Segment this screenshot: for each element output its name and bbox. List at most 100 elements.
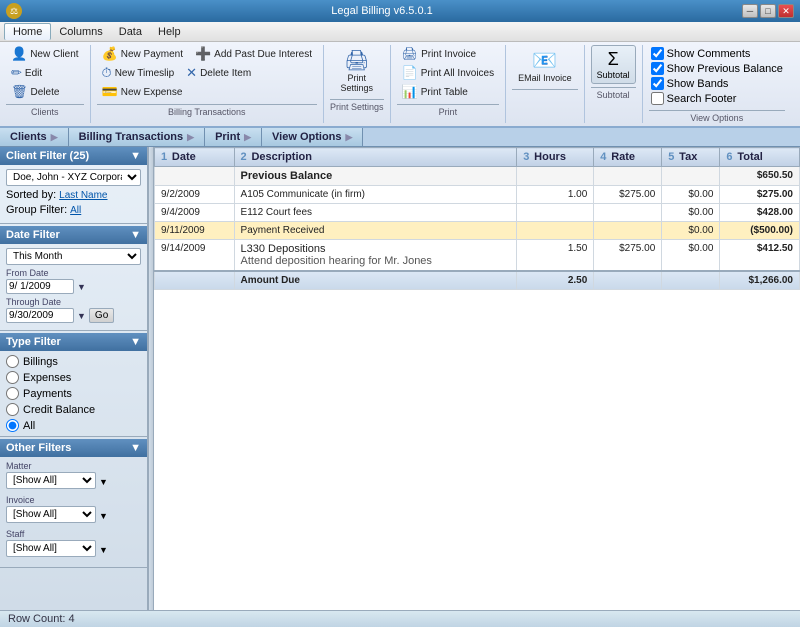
invoice-dropdown-icon[interactable]: ▼: [99, 511, 108, 521]
email-invoice-button[interactable]: 📧 EMail Invoice: [512, 45, 578, 86]
clients-tab[interactable]: Clients ▶: [0, 128, 69, 146]
row-0-rate: [594, 167, 662, 186]
from-date-calendar-icon[interactable]: ▼: [77, 282, 86, 292]
add-past-due-label: Add Past Due Interest: [214, 49, 312, 60]
col-header-tax[interactable]: 5 Tax: [662, 148, 720, 167]
menu-home[interactable]: Home: [4, 23, 51, 40]
delete-item-button[interactable]: ✕ Delete Item: [181, 64, 256, 82]
menu-help[interactable]: Help: [150, 24, 189, 40]
add-past-due-button[interactable]: ➕ Add Past Due Interest: [190, 45, 317, 63]
type-filter-header[interactable]: Type Filter ▼: [0, 333, 147, 351]
staff-dropdown-icon[interactable]: ▼: [99, 545, 108, 555]
col-date-num: 1: [161, 151, 167, 163]
row-4-total: $412.50: [720, 240, 800, 272]
maximize-button[interactable]: □: [760, 4, 776, 18]
subtotal-icon: Σ: [608, 49, 619, 70]
row-2-rate: [594, 204, 662, 222]
table-row[interactable]: 9/2/2009 A105 Communicate (in firm) 1.00…: [155, 186, 800, 204]
row-1-description: A105 Communicate (in firm): [234, 186, 517, 204]
grid-container[interactable]: 1 Date 2 Description 3 Hours 4: [154, 147, 800, 610]
app-icon: ⚖: [6, 3, 22, 19]
other-filters-header[interactable]: Other Filters ▼: [0, 439, 147, 457]
main-layout: Client Filter (25) ▼ Doe, John - XYZ Cor…: [0, 147, 800, 610]
new-payment-button[interactable]: 💰 New Payment: [97, 45, 188, 63]
staff-select[interactable]: [Show All]: [6, 540, 96, 557]
new-expense-icon: 💳: [102, 84, 118, 100]
print-settings-button[interactable]: 🖨 PrintSettings: [330, 45, 384, 96]
client-filter-header[interactable]: Client Filter (25) ▼: [0, 147, 147, 165]
matter-label: Matter: [6, 461, 141, 471]
print-tab-label: Print: [215, 131, 240, 143]
print-all-invoices-button[interactable]: 📄 Print All Invoices: [397, 64, 500, 82]
window-controls[interactable]: ─ □ ✕: [742, 4, 794, 18]
client-filter-content: Doe, John - XYZ Corporatio... Sorted by:…: [0, 165, 147, 223]
col-header-rate[interactable]: 4 Rate: [594, 148, 662, 167]
date-filter-header[interactable]: Date Filter ▼: [0, 226, 147, 244]
email-icon: 📧: [532, 48, 557, 73]
last-name-link[interactable]: Last Name: [59, 190, 107, 201]
view-options-tab-icon: ▶: [346, 132, 353, 143]
period-select[interactable]: This Month: [6, 248, 141, 265]
search-footer-checkbox[interactable]: Search Footer: [651, 92, 783, 105]
matter-dropdown-icon[interactable]: ▼: [99, 477, 108, 487]
subtotal-button[interactable]: Σ Subtotal: [591, 45, 636, 84]
col-header-hours[interactable]: 3 Hours: [517, 148, 594, 167]
email-label: EMail Invoice: [518, 73, 572, 83]
table-row[interactable]: 9/4/2009 E112 Court fees $0.00 $428.00: [155, 204, 800, 222]
table-row[interactable]: Previous Balance $650.50: [155, 167, 800, 186]
group-filter-link[interactable]: All: [70, 205, 81, 216]
show-bands-checkbox[interactable]: Show Bands: [651, 77, 783, 90]
col-desc-num: 2: [241, 151, 247, 163]
through-date-input[interactable]: [6, 308, 74, 323]
through-date-row: ▼ Go: [6, 308, 141, 323]
close-button[interactable]: ✕: [778, 4, 794, 18]
type-expenses[interactable]: Expenses: [6, 371, 141, 384]
new-timeslip-button[interactable]: ⏱ New Timeslip: [97, 64, 180, 82]
amount-due-rate: [594, 271, 662, 290]
col-header-total[interactable]: 6 Total: [720, 148, 800, 167]
print-invoice-button[interactable]: 🖨 Print Invoice: [397, 45, 482, 63]
edit-button[interactable]: ✏ Edit: [6, 64, 47, 82]
matter-select[interactable]: [Show All]: [6, 472, 96, 489]
menu-data[interactable]: Data: [111, 24, 150, 40]
row-2-tax: $0.00: [662, 204, 720, 222]
show-prev-balance-checkbox[interactable]: Show Previous Balance: [651, 62, 783, 75]
new-timeslip-label: New Timeslip: [115, 68, 174, 79]
invoice-label: Invoice: [6, 495, 141, 505]
print-table-button[interactable]: 📊 Print Table: [397, 83, 473, 101]
type-payments[interactable]: Payments: [6, 387, 141, 400]
type-billings[interactable]: Billings: [6, 355, 141, 368]
delete-label: Delete: [31, 87, 60, 98]
row-3-description: Payment Received: [234, 222, 517, 240]
table-header-row: 1 Date 2 Description 3 Hours 4: [155, 148, 800, 167]
type-all[interactable]: All: [6, 419, 141, 432]
menu-columns[interactable]: Columns: [51, 24, 110, 40]
delete-button[interactable]: 🗑 Delete: [6, 83, 64, 101]
view-options-tab[interactable]: View Options ▶: [262, 128, 363, 146]
col-header-description[interactable]: 2 Description: [234, 148, 517, 167]
new-expense-button[interactable]: 💳 New Expense: [97, 83, 188, 101]
table-row[interactable]: 9/14/2009 L330 Depositions Attend deposi…: [155, 240, 800, 272]
invoice-select[interactable]: [Show All]: [6, 506, 96, 523]
print-tab[interactable]: Print ▶: [205, 128, 262, 146]
go-button[interactable]: Go: [89, 308, 114, 323]
row-3-hours: [517, 222, 594, 240]
client-select[interactable]: Doe, John - XYZ Corporatio...: [6, 169, 141, 186]
through-date-calendar-icon[interactable]: ▼: [77, 311, 86, 321]
type-credit[interactable]: Credit Balance: [6, 403, 141, 416]
from-date-input[interactable]: [6, 279, 74, 294]
print-settings-group-label: Print Settings: [330, 99, 384, 112]
clients-tab-icon: ▶: [51, 132, 58, 143]
view-options-tab-label: View Options: [272, 131, 341, 143]
new-client-button[interactable]: 👤 New Client: [6, 45, 84, 63]
table-row[interactable]: 9/11/2009 Payment Received $0.00 ($500.0…: [155, 222, 800, 240]
show-comments-checkbox[interactable]: Show Comments: [651, 47, 783, 60]
row-4-date: 9/14/2009: [155, 240, 235, 272]
print-all-label: Print All Invoices: [421, 68, 494, 79]
menu-bar: Home Columns Data Help: [0, 22, 800, 42]
col-hours-num: 3: [523, 151, 529, 163]
col-header-date[interactable]: 1 Date: [155, 148, 235, 167]
minimize-button[interactable]: ─: [742, 4, 758, 18]
row-2-total: $428.00: [720, 204, 800, 222]
billing-tab[interactable]: Billing Transactions ▶: [69, 128, 205, 146]
